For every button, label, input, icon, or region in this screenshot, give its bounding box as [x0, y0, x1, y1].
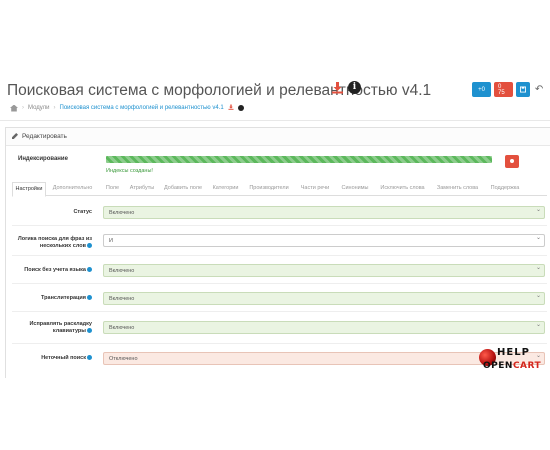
tab-attributes[interactable]: Атрибуты	[126, 182, 158, 195]
breadcrumb-separator: ›	[53, 105, 56, 111]
form-row-search-logic: Логика поиска для фраз из нескольких сло…	[12, 226, 547, 256]
delete-button[interactable]: 0 75	[494, 82, 513, 97]
breadcrumb: › Модули › Поисковая система с морфологи…	[10, 104, 244, 112]
logo-line2-cart: CART	[512, 361, 542, 371]
back-button[interactable]: ↶	[533, 82, 545, 97]
indexing-progress-bar	[106, 156, 492, 163]
search-logic-select[interactable]: И	[103, 234, 545, 247]
panel-heading-label: Редактировать	[22, 133, 67, 140]
panel-heading: Редактировать	[6, 128, 550, 146]
info-icon[interactable]	[237, 105, 244, 111]
help-opencart-logo: HELP OPENCART	[479, 347, 543, 377]
tab-field[interactable]: Поле	[99, 182, 126, 195]
logo-line2: OPENCART	[483, 361, 541, 371]
field-label: Неточный поиск	[2, 355, 92, 362]
language-agnostic-select[interactable]: Включено	[103, 264, 545, 277]
page-title: Поисковая система с морфологией и релева…	[7, 82, 432, 99]
form-row-transliteration: Транслитерация Включено	[12, 284, 547, 312]
tab-manufacturers[interactable]: Производители	[243, 182, 295, 195]
help-icon[interactable]	[87, 267, 92, 273]
info-icon[interactable]: i	[348, 81, 361, 94]
transliteration-select[interactable]: Включено	[103, 292, 545, 305]
indexing-status: Индексы созданы!	[106, 168, 153, 174]
header-actions: +0 0 75 ↶	[472, 82, 545, 97]
save-icon	[520, 86, 526, 93]
field-label: Транслитерация	[2, 295, 92, 302]
page-header: Поисковая система с морфологией и релева…	[0, 73, 550, 121]
save-button[interactable]	[516, 82, 530, 97]
copy-button[interactable]: +0	[472, 82, 491, 97]
logo-line2-open: OPEN	[483, 361, 513, 371]
form-row-fuzzy-search: Неточный поиск Отключено	[12, 344, 547, 379]
pencil-icon	[12, 133, 18, 139]
delete-index-button[interactable]	[505, 155, 519, 168]
field-label-text: Исправлять раскладку клавиатуры	[29, 321, 92, 335]
form-row-status: Статус Включено	[12, 198, 547, 226]
tab-additional[interactable]: Дополнительно	[46, 182, 99, 195]
form-row-keyboard-layout: Исправлять раскладку клавиатуры Включено	[12, 312, 547, 344]
status-select[interactable]: Включено	[103, 206, 545, 219]
help-icon[interactable]	[87, 295, 92, 301]
edit-panel: Редактировать Индексирование Индексы соз…	[5, 127, 550, 378]
field-label: Поиск без учета языка	[2, 267, 92, 274]
home-icon[interactable]	[10, 104, 18, 112]
breadcrumb-modules[interactable]: Модули	[28, 105, 50, 111]
download-icon[interactable]	[228, 104, 234, 112]
tab-synonyms[interactable]: Синонимы	[335, 182, 375, 195]
download-icon[interactable]	[331, 81, 344, 94]
field-label: Статус	[73, 209, 92, 215]
field-label-text: Транслитерация	[41, 295, 86, 301]
logo-line1: HELP	[497, 347, 530, 358]
form-row-language-agnostic: Поиск без учета языка Включено	[12, 256, 547, 284]
field-label-text: Неточный поиск	[41, 355, 86, 361]
keyboard-layout-select[interactable]: Включено	[103, 321, 545, 334]
tab-exclude-words[interactable]: Исключить слова	[375, 182, 430, 195]
tab-categories[interactable]: Категории	[208, 182, 243, 195]
tab-settings[interactable]: Настройки	[12, 182, 46, 197]
field-label-text: Поиск без учета языка	[24, 267, 86, 273]
help-icon[interactable]	[87, 355, 92, 361]
tab-add-field[interactable]: Добавить поле	[158, 182, 208, 195]
breadcrumb-separator: ›	[22, 105, 24, 111]
breadcrumb-current[interactable]: Поисковая система с морфологией и релева…	[60, 105, 224, 111]
title-icons: i	[331, 81, 361, 94]
help-icon[interactable]	[87, 243, 92, 249]
help-icon[interactable]	[87, 328, 92, 334]
field-label: Исправлять раскладку клавиатуры	[2, 321, 92, 336]
tab-parts-of-speech[interactable]: Части речи	[295, 182, 335, 195]
indexing-label: Индексирование	[18, 156, 68, 162]
field-label: Логика поиска для фраз из нескольких сло…	[2, 236, 92, 251]
settings-tabs: Настройки Дополнительно Поле Атрибуты До…	[12, 182, 547, 197]
tab-replace-words[interactable]: Заменить слова	[430, 182, 485, 195]
tab-support[interactable]: Поддержка	[485, 182, 525, 195]
module-settings-page: Поисковая система с морфологией и релева…	[0, 73, 550, 378]
field-label-text: Логика поиска для фраз из нескольких сло…	[17, 236, 92, 250]
